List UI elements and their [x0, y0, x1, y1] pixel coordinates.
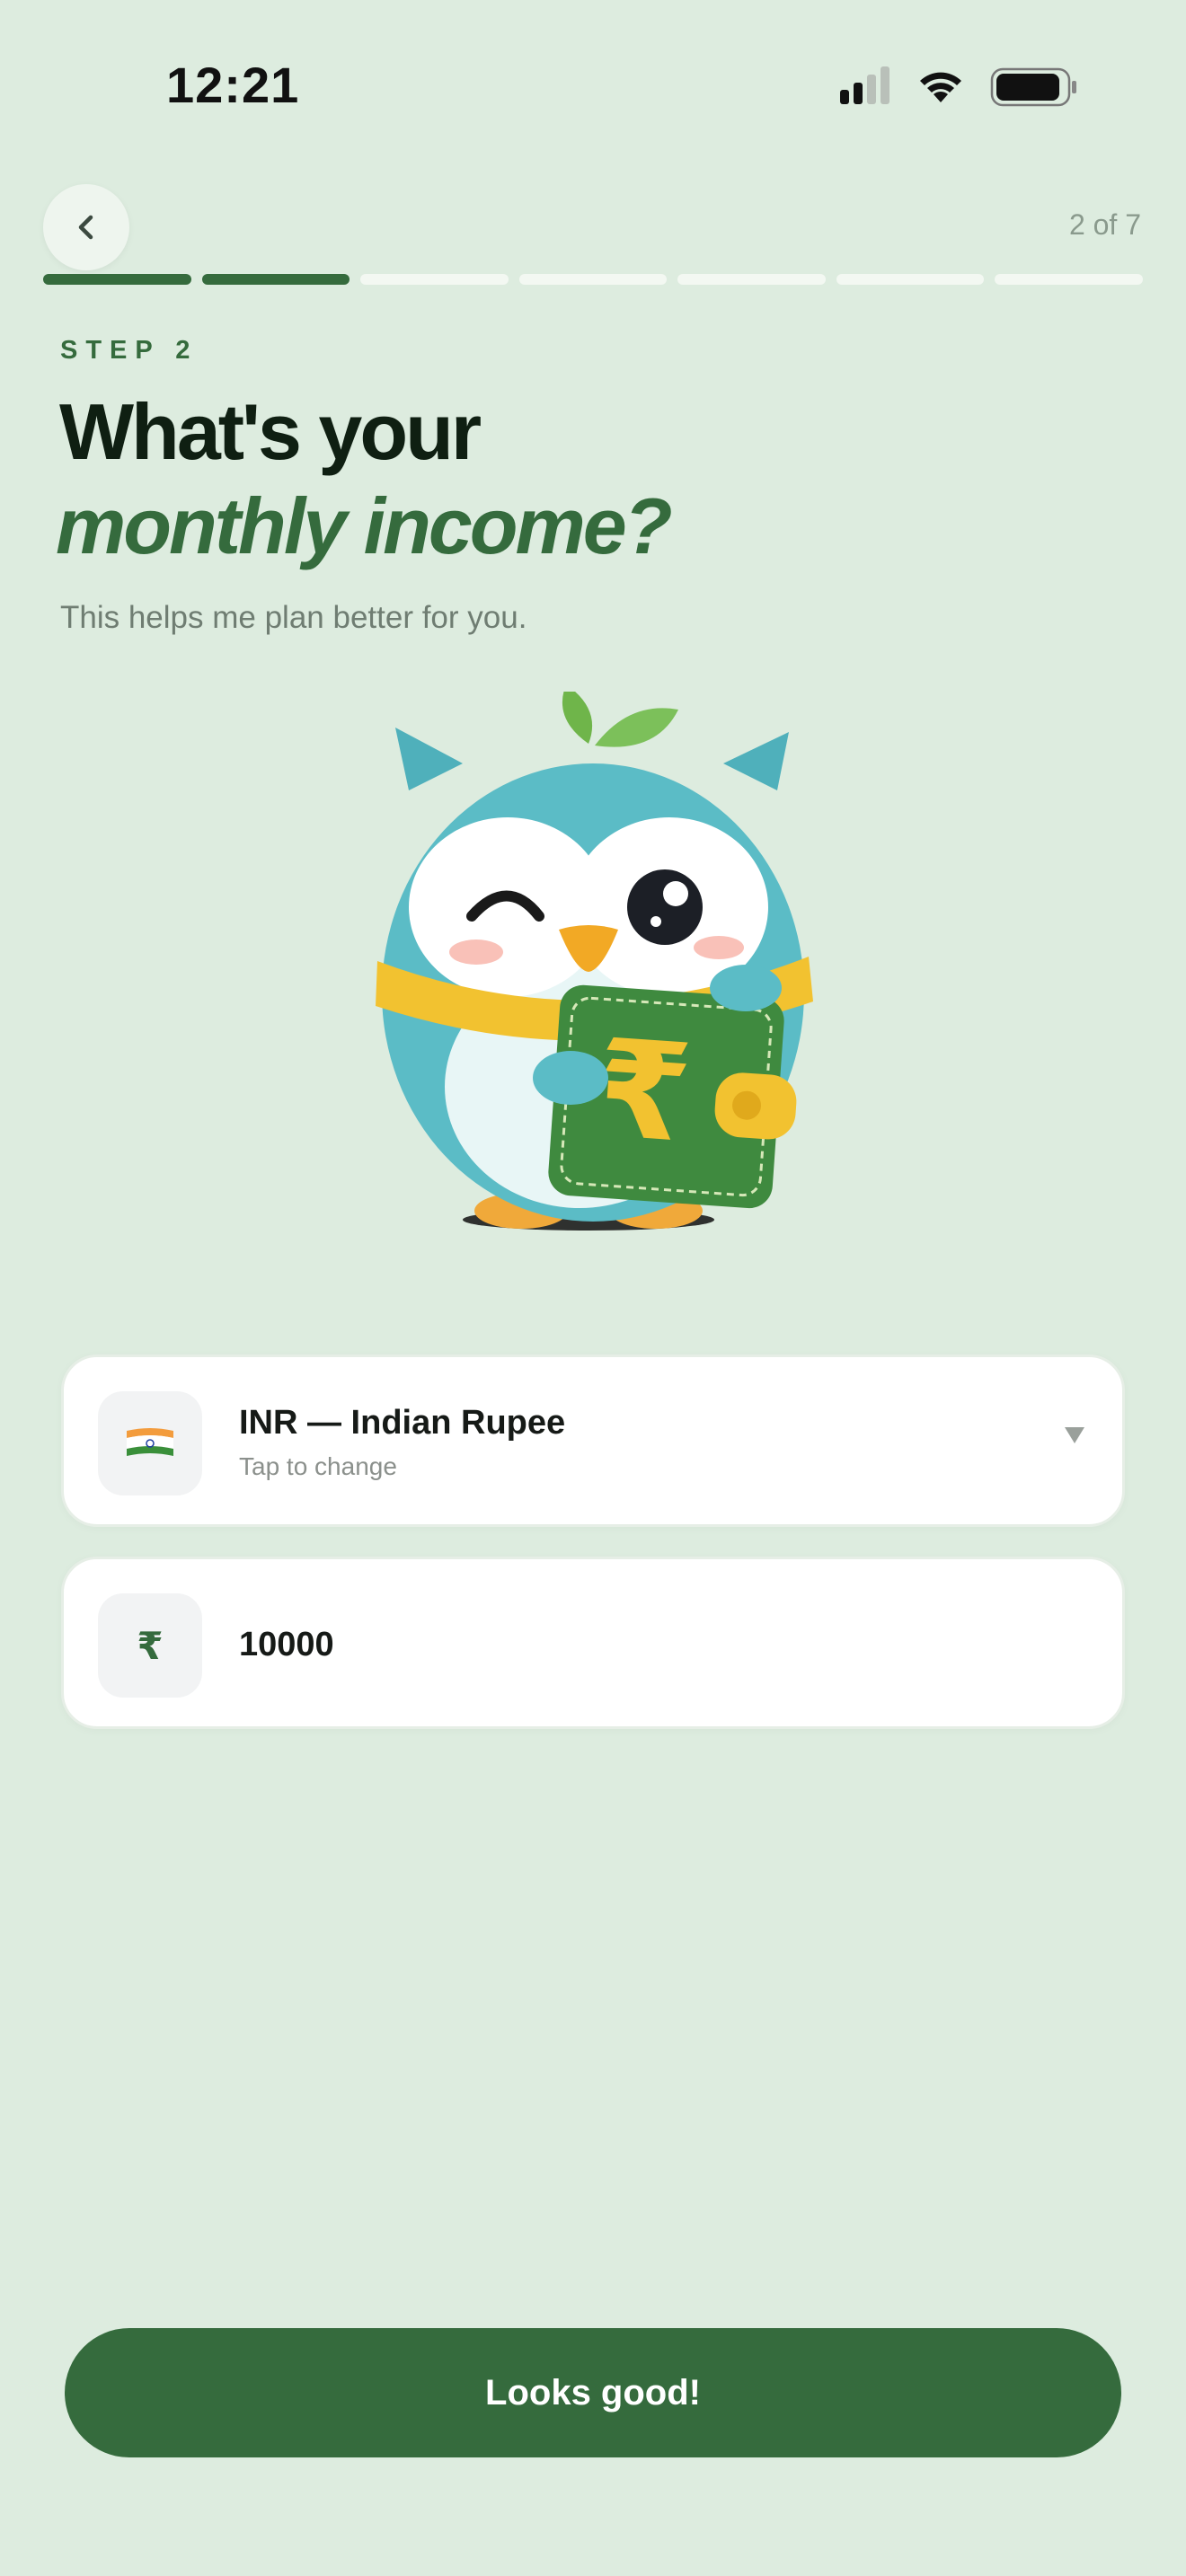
page-title-line-2: monthly income? — [56, 481, 672, 570]
currency-selector[interactable]: INR — Indian Rupee Tap to change — [61, 1354, 1125, 1527]
india-flag-icon — [127, 1428, 173, 1456]
progress-bar — [43, 274, 1144, 285]
progress-segment — [43, 274, 191, 285]
currency-label: INR — Indian Rupee — [239, 1404, 566, 1442]
progress-segment — [360, 274, 509, 285]
chevron-left-icon — [78, 215, 93, 240]
battery-icon — [990, 67, 1076, 107]
income-amount-input[interactable] — [239, 1613, 1048, 1676]
rupee-symbol-container: ₹ — [98, 1593, 202, 1698]
page-subtitle: This helps me plan better for you. — [60, 600, 527, 635]
step-counter: 2 of 7 — [1068, 208, 1141, 241]
status-time: 12:21 — [166, 57, 300, 113]
progress-segment — [836, 274, 985, 285]
status-icons — [840, 66, 1076, 107]
currency-hint: Tap to change — [239, 1452, 397, 1480]
step-label: STEP 2 — [60, 336, 199, 365]
progress-segment — [995, 274, 1144, 285]
cellular-signal-icon — [840, 66, 890, 104]
owl-mascot-illustration: ₹ — [376, 692, 813, 1231]
progress-segment — [677, 274, 826, 285]
amount-field: ₹ — [61, 1557, 1125, 1729]
flag-container — [98, 1391, 202, 1495]
caret-down-icon — [1065, 1427, 1084, 1443]
wifi-icon — [920, 72, 961, 102]
svg-text:₹: ₹ — [592, 1010, 696, 1173]
rupee-icon: ₹ — [137, 1623, 164, 1668]
back-button[interactable] — [43, 184, 129, 270]
looks-good-button[interactable]: Looks good! — [65, 2328, 1121, 2457]
progress-segment — [518, 274, 668, 285]
progress-segment — [201, 274, 350, 285]
page-title-line-1: What's your — [59, 387, 482, 476]
